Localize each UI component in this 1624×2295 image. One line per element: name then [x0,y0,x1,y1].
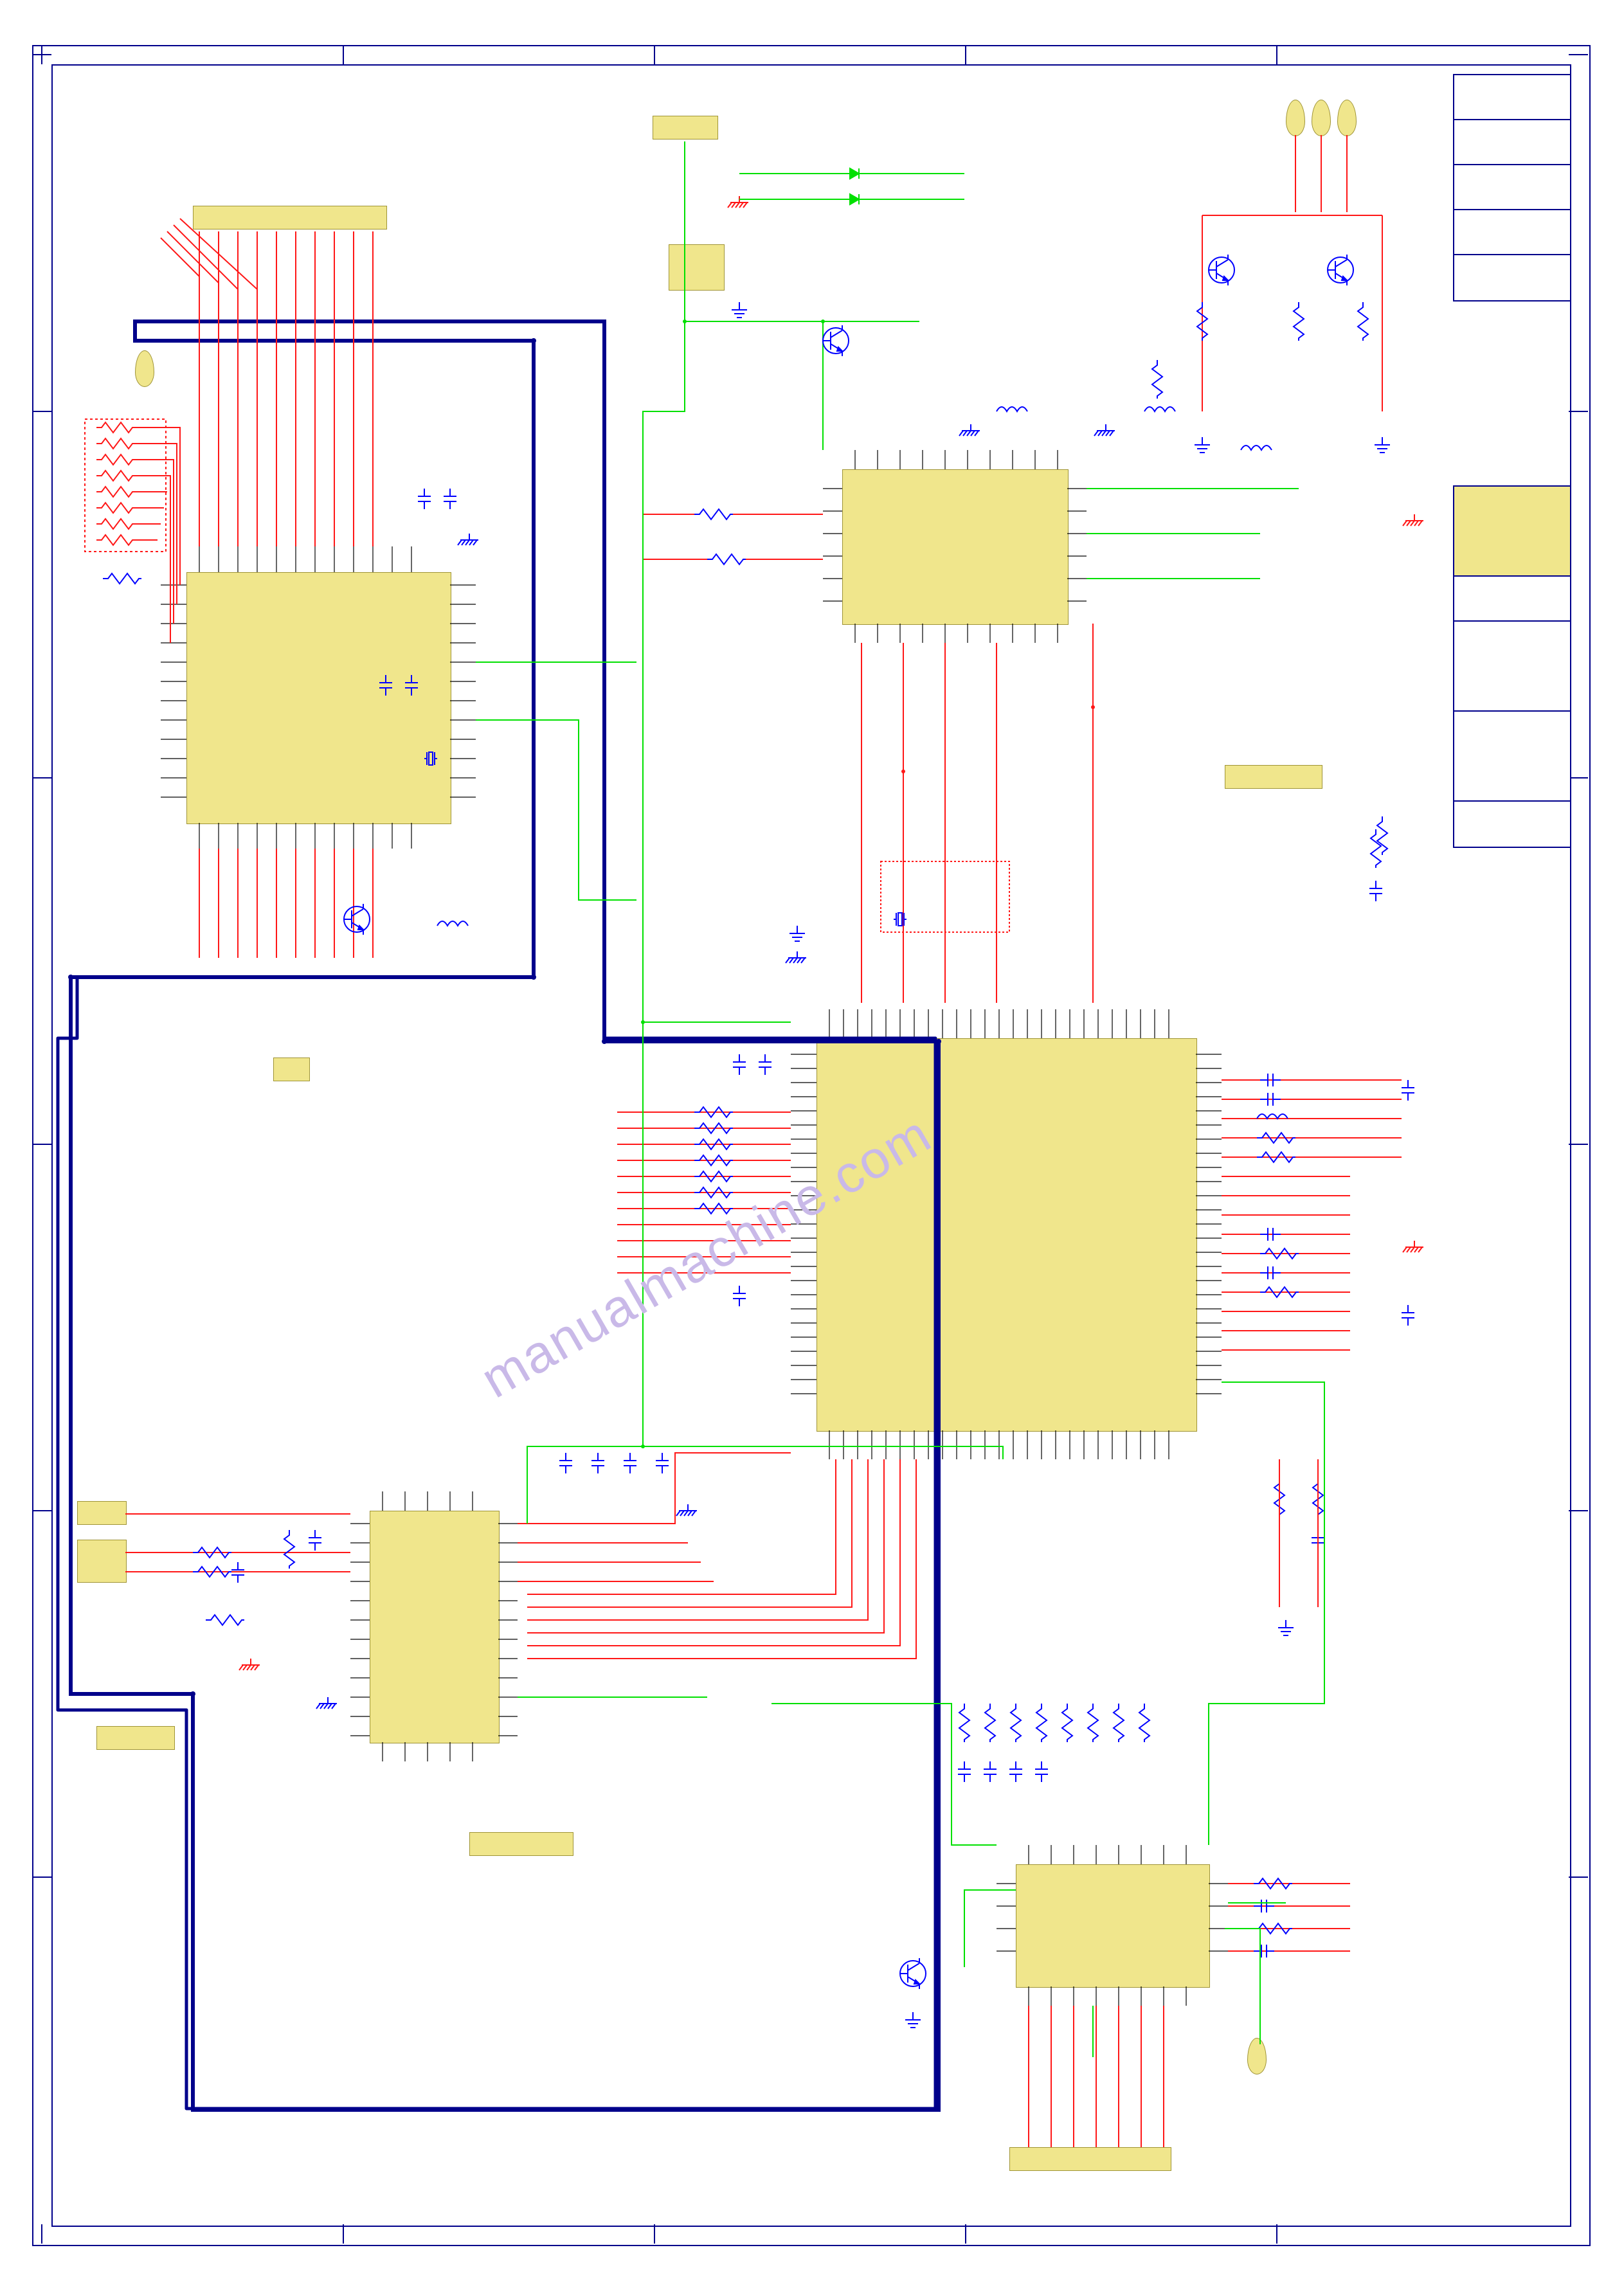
red-nets [96,135,1423,2147]
schematic-page: manualmachine.com [0,0,1624,2295]
bus-lines [58,321,939,2109]
wiring [0,0,1624,2295]
blue-devices [206,255,1414,2028]
